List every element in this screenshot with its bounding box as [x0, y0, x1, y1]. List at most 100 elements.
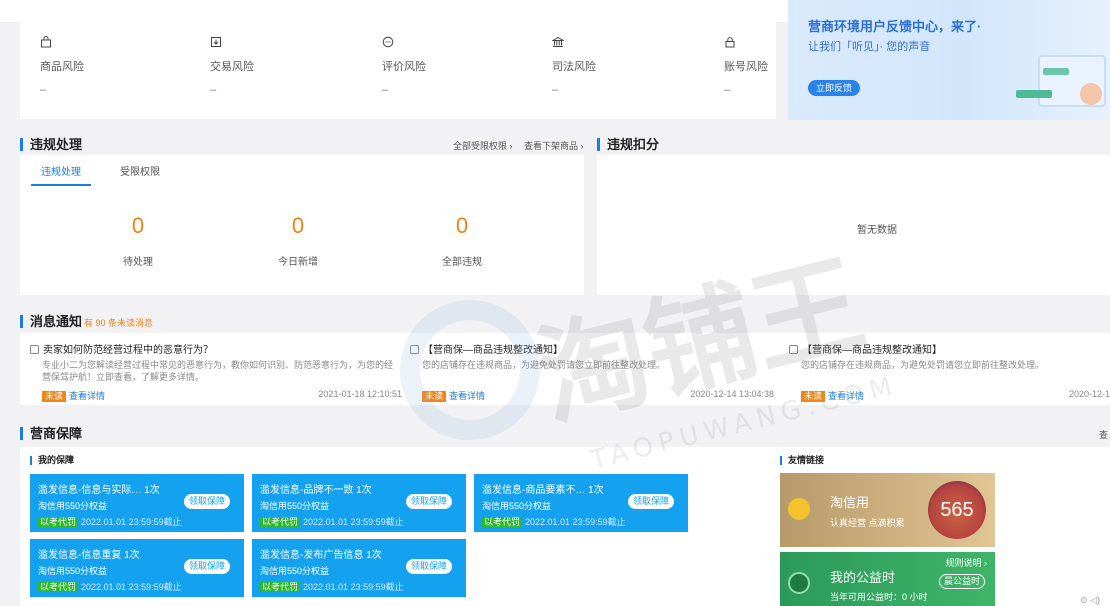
- guarantee-deadline: 2022.01.01 23:59:59截止: [81, 517, 182, 527]
- view-detail-link[interactable]: 查看详情: [828, 391, 864, 401]
- credit-card[interactable]: 淘信用 认真经营 点滴积累 565: [780, 473, 995, 547]
- guarantee-item-sub: 淘信用550分权益: [260, 501, 330, 511]
- news-title-text: 【营商保—商品违规整改通知】: [802, 345, 942, 356]
- unread-badge: 未读: [801, 391, 826, 402]
- tab-violation[interactable]: 违规处理: [31, 163, 91, 186]
- claim-guarantee-button[interactable]: 领取保障: [184, 559, 230, 574]
- risk-value: –: [382, 84, 389, 96]
- risk-item-judicial[interactable]: 司法风险 –: [551, 36, 672, 96]
- risk-label: 司法风险: [552, 61, 596, 73]
- news-title-text: 【营商保—商品违规整改通知】: [423, 345, 563, 356]
- guarantee-item[interactable]: 滥发信息-品牌不一致 1次 淘信用550分权益 以考代罚 2022.01.01 2…: [252, 474, 466, 532]
- guarantee-item-title: 滥发信息-品牌不一致 1次: [260, 485, 372, 496]
- violation-title: 违规处理: [20, 138, 82, 151]
- guarantee-tag: 以考代罚: [38, 582, 79, 592]
- claim-guarantee-button[interactable]: 领取保障: [406, 559, 452, 574]
- message-icon: [789, 345, 798, 354]
- view-detail-link[interactable]: 查看详情: [449, 391, 485, 401]
- guarantee-deadline: 2022.01.01 23:59:59截止: [81, 582, 182, 592]
- guarantee-item[interactable]: 滥发信息-发布广告信息 1次 淘信用550分权益 以考代罚 2022.01.01 …: [252, 539, 466, 597]
- charity-sub: 当年可用公益时：0 小时: [830, 592, 928, 602]
- guarantee-item[interactable]: 滥发信息-信息重复 1次 淘信用550分权益 以考代罚 2022.01.01 23…: [30, 539, 244, 597]
- news-desc: 专业小二为您解读经营过程中常见的恶意行为，教你如何识别、防范恶意行为，为您的经营…: [42, 360, 394, 382]
- download-box-icon: [210, 36, 330, 52]
- news-title: 消息通知: [20, 315, 82, 328]
- news-item[interactable]: 【营商保—商品违规整改通知】 您的店铺存在违规商品，为避免处罚请您立即前往整改处…: [410, 341, 780, 402]
- risk-overview-card: 商品风险 – 交易风险 – 评价风险 – 司法风险 – 账号风险 –: [20, 14, 776, 119]
- bag-icon: [40, 36, 160, 52]
- guarantee-more-link[interactable]: 查: [1099, 428, 1108, 441]
- stat-value: 0: [455, 213, 469, 238]
- guarantee-item-title: 滥发信息-商品要素不… 1次: [482, 485, 604, 496]
- guarantee-deadline: 2022.01.01 23:59:59截止: [525, 517, 626, 527]
- credit-name: 淘信用: [830, 495, 870, 510]
- banner-illustration-tag: [1043, 68, 1069, 75]
- unread-badge: 未读: [42, 391, 67, 402]
- risk-item-trade[interactable]: 交易风险 –: [210, 36, 330, 96]
- banner-title: 营商环境用户反馈中心，来了·: [808, 19, 982, 34]
- all-restricted-link[interactable]: 全部受限权限 ›: [453, 139, 513, 152]
- friend-links-title: 友情链接: [780, 456, 824, 465]
- stat-label: 待处理: [123, 257, 153, 268]
- news-date: 2020-12-14 13:04:38: [690, 389, 774, 399]
- news-desc: 您的店铺存在违规商品，为避免处罚请您立即前往整改处理。: [422, 360, 666, 370]
- guarantee-item-sub: 淘信用550分权益: [482, 501, 552, 511]
- risk-label: 评价风险: [382, 61, 426, 73]
- risk-label: 交易风险: [210, 61, 254, 73]
- unread-badge: 未读: [422, 391, 447, 402]
- news-item[interactable]: 卖家如何防范经营过程中的恶意行为？ 专业小二为您解读经营过程中常见的恶意行为，教…: [30, 341, 402, 402]
- guarantee-item-sub: 淘信用550分权益: [38, 501, 108, 511]
- risk-value: –: [552, 84, 559, 96]
- feedback-banner[interactable]: 营商环境用户反馈中心，来了· 让我们「听见」· 您的声音 立即反馈: [788, 0, 1110, 120]
- feedback-button[interactable]: 立即反馈: [808, 80, 860, 96]
- stat-label: 全部违规: [442, 257, 482, 268]
- credit-drop-icon: [788, 498, 810, 520]
- risk-item-product[interactable]: 商品风险 –: [40, 36, 160, 96]
- guarantee-item-title: 滥发信息-信息重复 1次: [38, 550, 140, 561]
- banner-illustration-tag: [1016, 90, 1052, 98]
- news-date: 2020-12-1: [1068, 389, 1110, 399]
- news-card: 卖家如何防范经营过程中的恶意行为？ 专业小二为您解读经营过程中常见的恶意行为，教…: [20, 333, 1110, 405]
- credit-score: 565: [928, 481, 986, 539]
- claim-guarantee-button[interactable]: 领取保障: [628, 494, 674, 509]
- news-date: 2021-01-18 12:10:51: [318, 389, 402, 399]
- claim-guarantee-button[interactable]: 领取保障: [406, 494, 452, 509]
- guarantee-tag: 以考代罚: [260, 517, 301, 527]
- charity-name: 我的公益时: [830, 570, 896, 585]
- credit-sub: 认真经营 点滴积累: [830, 518, 905, 528]
- guarantee-tag: 以考代罚: [260, 582, 301, 592]
- chat-bubble-icon: [382, 36, 502, 52]
- guarantee-item[interactable]: 滥发信息-商品要素不… 1次 淘信用550分权益 以考代罚 2022.01.01 …: [474, 474, 688, 532]
- stat-value: 0: [291, 213, 305, 238]
- guarantee-item-sub: 淘信用550分权益: [260, 566, 330, 576]
- stat-value: 0: [131, 213, 145, 238]
- risk-label: 商品风险: [40, 61, 84, 73]
- guarantee-item-title: 滥发信息-发布广告信息 1次: [260, 550, 382, 561]
- guarantee-title: 营商保障: [20, 427, 82, 440]
- claim-guarantee-button[interactable]: 领取保障: [184, 494, 230, 509]
- news-desc: 您的店铺存在违规商品，为避免处罚请您立即前往整改处理。: [801, 360, 1045, 370]
- guarantee-tag: 以考代罚: [38, 517, 79, 527]
- view-delisted-link[interactable]: 查看下架商品 ›: [524, 139, 584, 152]
- stat-today[interactable]: 0 今日新增: [248, 213, 348, 268]
- banner-subtitle: 让我们「听见」· 您的声音: [808, 41, 931, 53]
- guarantee-deadline: 2022.01.01 23:59:59截止: [303, 517, 404, 527]
- guarantee-item-title: 滥发信息-信息与实际… 1次: [38, 485, 160, 496]
- unread-count: 有 90 条未读消息: [84, 318, 154, 328]
- news-item[interactable]: 【营商保—商品违规整改通知】 您的店铺存在违规商品，为避免处罚请您立即前往整改处…: [789, 341, 1110, 402]
- rule-link[interactable]: 规则说明 ›: [946, 556, 988, 569]
- charity-card[interactable]: 规则说明 › 我的公益时 当年可用公益时：0 小时 晨公益时: [780, 552, 995, 606]
- empty-state: 暂无数据: [857, 225, 897, 236]
- guarantee-item[interactable]: 滥发信息-信息与实际… 1次 淘信用550分权益 以考代罚 2022.01.01 …: [30, 474, 244, 532]
- speaker-icon[interactable]: ⊙ ◁): [1080, 595, 1100, 606]
- stat-pending[interactable]: 0 待处理: [88, 213, 188, 268]
- guarantee-tag: 以考代罚: [482, 517, 523, 527]
- charity-button[interactable]: 晨公益时: [939, 574, 985, 589]
- tab-restricted[interactable]: 受限权限: [120, 163, 160, 178]
- message-icon: [410, 345, 419, 354]
- guarantee-deadline: 2022.01.01 23:59:59截止: [303, 582, 404, 592]
- stat-all[interactable]: 0 全部违规: [412, 213, 512, 268]
- view-detail-link[interactable]: 查看详情: [69, 391, 105, 401]
- risk-item-review[interactable]: 评价风险 –: [382, 36, 502, 96]
- charity-icon: [788, 572, 810, 594]
